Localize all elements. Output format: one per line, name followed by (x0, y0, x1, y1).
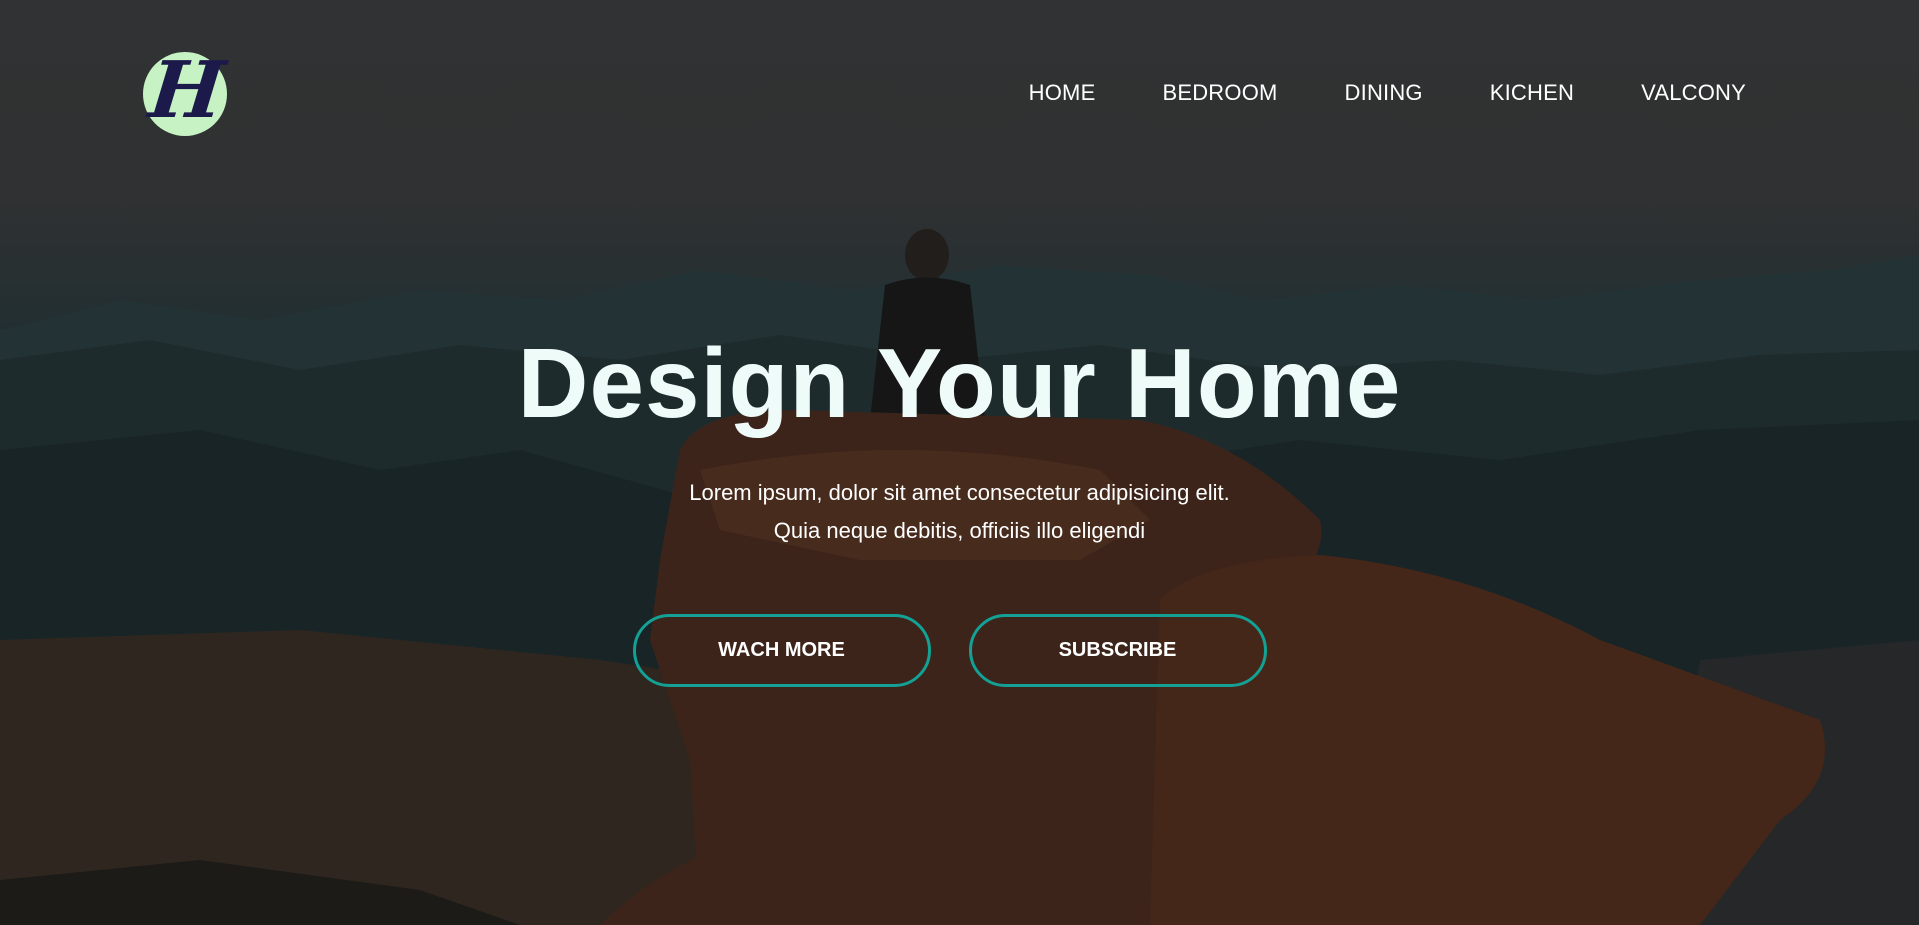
nav-item-bedroom: BEDROOM (1162, 80, 1277, 106)
nav-link-dining[interactable]: DINING (1345, 80, 1423, 105)
nav-item-valcony: VALCONY (1641, 80, 1746, 106)
hero-buttons: WACH MORE SUBSCRIBE (0, 613, 1919, 687)
nav-links: HOME BEDROOM DINING KICHEN VALCONY (1029, 80, 1746, 106)
hero-content: Design Your Home Lorem ipsum, dolor sit … (0, 328, 1919, 687)
subscribe-button[interactable]: SUBSCRIBE (968, 613, 1267, 687)
nav-link-valcony[interactable]: VALCONY (1641, 80, 1746, 105)
hero-section: H HOME BEDROOM DINING KICHEN VALCONY Des… (0, 0, 1919, 925)
hero-headline: Design Your Home (517, 328, 1402, 438)
hero-subtitle-line-2: Quia neque debitis, officiis illo eligen… (773, 517, 1146, 543)
nav-item-home: HOME (1029, 80, 1096, 106)
nav-item-dining: DINING (1345, 80, 1423, 106)
nav-item-kichen: KICHEN (1490, 80, 1574, 106)
watch-more-button[interactable]: WACH MORE (632, 613, 931, 687)
brand-logo[interactable]: H (143, 45, 229, 136)
logo-letter: H (145, 45, 229, 136)
nav-link-home[interactable]: HOME (1029, 80, 1096, 105)
nav-link-bedroom[interactable]: BEDROOM (1162, 80, 1277, 105)
hero-subtitle: Lorem ipsum, dolor sit amet consectetur … (0, 474, 1919, 550)
nav-link-kichen[interactable]: KICHEN (1490, 80, 1574, 105)
hero-subtitle-line-1: Lorem ipsum, dolor sit amet consectetur … (689, 479, 1230, 505)
navbar: H HOME BEDROOM DINING KICHEN VALCONY (0, 0, 1919, 190)
